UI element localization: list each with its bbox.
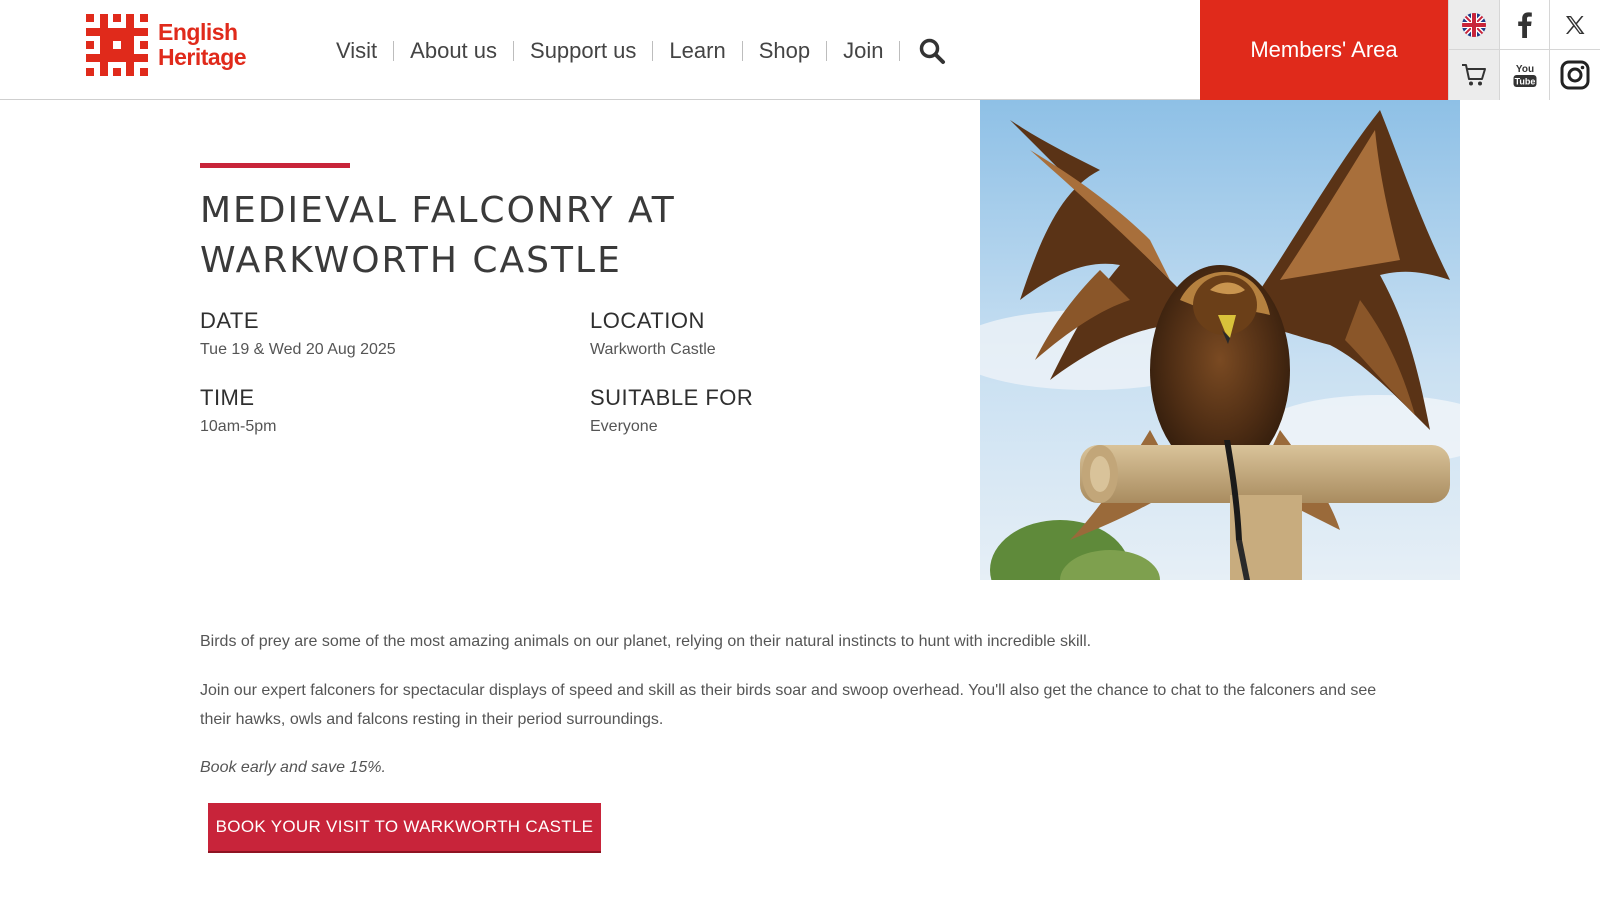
event-suitable-for: SUITABLE FOR Everyone <box>590 383 970 439</box>
location-value: Warkworth Castle <box>590 341 716 358</box>
english-heritage-logo[interactable]: English Heritage <box>86 14 266 76</box>
nav-item-learn[interactable]: Learn <box>653 30 741 72</box>
event-time: TIME 10am-5pm <box>200 383 580 439</box>
cart-icon <box>1462 64 1486 86</box>
event-location: LOCATION Warkworth Castle <box>590 306 970 362</box>
title-accent-bar <box>200 163 350 168</box>
book-visit-button[interactable]: BOOK YOUR VISIT TO WARKWORTH CASTLE <box>208 803 601 853</box>
x-link[interactable] <box>1549 0 1600 50</box>
brand-name-line1: English <box>158 19 238 45</box>
instagram-icon <box>1560 60 1590 90</box>
svg-text:Tube: Tube <box>1514 77 1535 87</box>
svg-text:You: You <box>1515 64 1533 75</box>
nav-item-join[interactable]: Join <box>827 30 899 72</box>
nav-item-shop[interactable]: Shop <box>743 30 826 72</box>
time-label: TIME <box>200 385 255 410</box>
utility-icons: You Tube <box>1448 0 1600 100</box>
nav-item-about-us[interactable]: About us <box>394 30 513 72</box>
date-label: DATE <box>200 308 260 333</box>
site-header: English Heritage Visit About us Support … <box>0 0 1600 100</box>
offer-paragraph: Book early and save 15%. <box>200 759 386 776</box>
suitable-for-label: SUITABLE FOR <box>590 385 754 410</box>
english-heritage-emblem-icon <box>86 14 148 76</box>
facebook-link[interactable] <box>1499 0 1549 50</box>
main-nav: Visit About us Support us Learn Shop Joi… <box>320 30 952 72</box>
youtube-icon: You Tube <box>1513 64 1536 87</box>
uk-flag-icon <box>1462 12 1486 37</box>
facebook-icon <box>1517 11 1532 38</box>
search-icon <box>920 38 946 64</box>
brand-name: English Heritage <box>158 19 247 70</box>
brand-name-line2: Heritage <box>158 44 247 70</box>
nav-item-visit[interactable]: Visit <box>320 30 393 72</box>
cart-button[interactable] <box>1448 50 1499 100</box>
intro-paragraph: Birds of prey are some of the most amazi… <box>200 633 1092 650</box>
event-title: MEDIEVAL FALCONRY AT WARKWORTH CASTLE <box>200 190 676 281</box>
description-paragraph: Join our expert falconers for spectacula… <box>200 682 1377 728</box>
language-button[interactable] <box>1448 0 1499 50</box>
search-button[interactable] <box>912 31 952 71</box>
nav-divider <box>899 41 901 61</box>
suitable-for-value: Everyone <box>590 418 658 435</box>
location-label: LOCATION <box>590 308 705 333</box>
event-date: DATE Tue 19 & Wed 20 Aug 2025 <box>200 306 580 362</box>
nav-item-support-us[interactable]: Support us <box>514 30 652 72</box>
instagram-link[interactable] <box>1549 50 1600 100</box>
youtube-link[interactable]: You Tube <box>1499 50 1549 100</box>
members-area-button[interactable]: Members' Area <box>1200 0 1448 100</box>
date-value: Tue 19 & Wed 20 Aug 2025 <box>200 341 396 358</box>
eagle-on-perch-image <box>980 100 1460 580</box>
x-icon <box>1566 15 1585 34</box>
time-value: 10am-5pm <box>200 418 277 435</box>
